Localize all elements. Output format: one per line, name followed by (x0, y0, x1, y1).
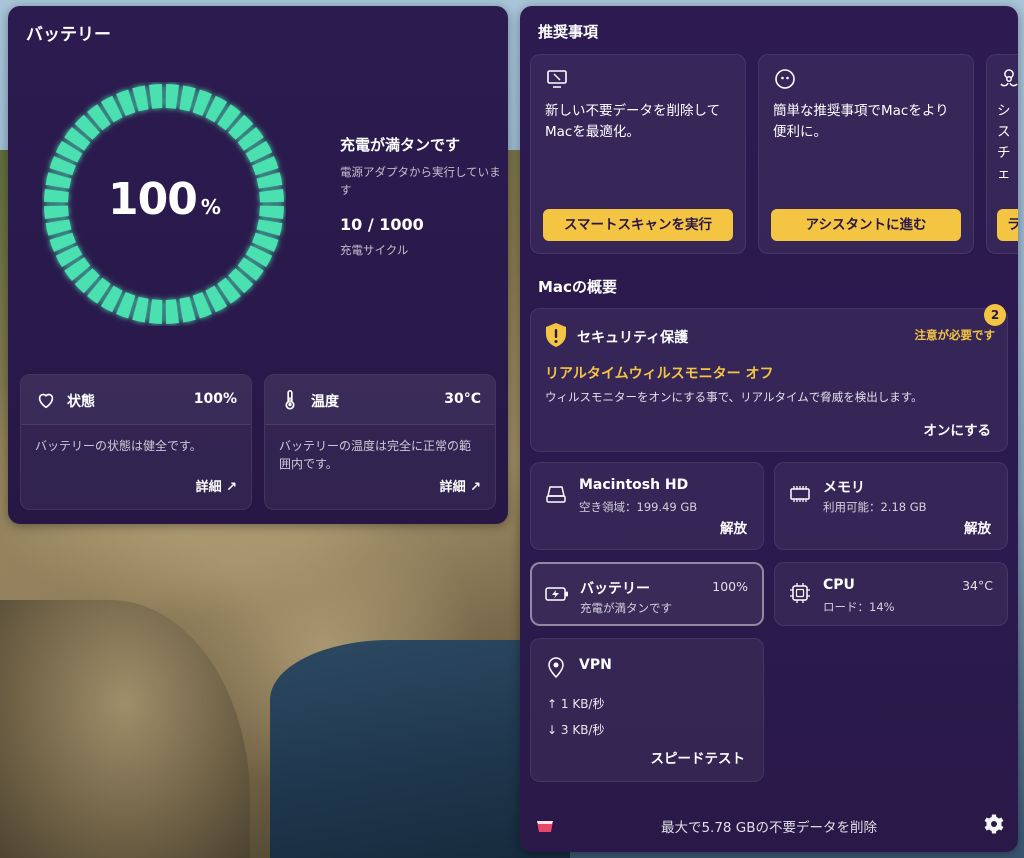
battery-temperature-card[interactable]: 温度 30°C バッテリーの温度は完全に正常の範囲内です。 詳細 ↗ (264, 374, 496, 510)
biohazard-icon (1000, 69, 1018, 87)
recommendations-title: 推奨事項 (538, 23, 599, 41)
battery-tile-value: 100% (712, 579, 748, 594)
cpu-icon (790, 583, 810, 603)
battery-health-details-link[interactable]: 詳細 ↗ (196, 476, 237, 495)
cpu-temperature: 34°C (962, 578, 993, 593)
memory-available: 利用可能：2.18 GB (823, 500, 927, 514)
memory-icon (790, 486, 810, 502)
battery-ring-segment (179, 296, 196, 323)
battery-status-sub: 電源アダプタから実行しています (340, 165, 501, 197)
realtime-monitor-status: リアルタイムウィルスモニター オフ (545, 366, 774, 382)
battery-panel: バッテリー 100% 充電が満タンです 電源アダプタから実行しています 10 /… (8, 6, 508, 524)
gear-icon[interactable] (982, 812, 1006, 836)
battery-tile-status: 充電が満タンです (580, 601, 672, 615)
cpu-name: CPU (823, 577, 855, 593)
shield-warning-icon (546, 323, 566, 347)
battery-health-label: 状態 (67, 394, 95, 410)
battery-tile[interactable]: バッテリー 充電が満タンです 100% (530, 562, 764, 626)
security-warning: 注意が必要です (914, 328, 996, 342)
battery-icon (545, 587, 568, 601)
vpn-tile[interactable]: VPN ↑ 1 KB/秒 ↓ 3 KB/秒 スピードテスト (530, 638, 764, 782)
security-alert-badge: 2 (984, 304, 1006, 326)
disk-icon (546, 486, 566, 503)
battery-ring-segment (165, 84, 179, 109)
battery-percent-display: 100% (42, 174, 286, 225)
footer-bar: 最大で5.78 GBの不要データを削除 (520, 804, 1018, 852)
vpn-name: VPN (579, 657, 612, 673)
security-card: セキュリティ保護 注意が必要です リアルタイムウィルスモニター オフ ウィルスモ… (530, 308, 1008, 452)
speed-test-button[interactable]: スピードテスト (651, 747, 746, 767)
recommendation-assistant-text: 簡単な推奨事項でMacをより便利に。 (773, 103, 949, 140)
battery-ring-segment (165, 299, 179, 324)
battery-panel-title: バッテリー (26, 25, 111, 45)
memory-name: メモリ (823, 480, 865, 496)
recommendation-card-system: シスチェ ラ (986, 54, 1018, 254)
smart-scan-button[interactable]: スマートスキャンを実行 (543, 209, 733, 241)
battery-temperature-details-link[interactable]: 詳細 ↗ (440, 476, 481, 495)
battery-cycles-label: 充電サイクル (340, 243, 409, 257)
vpn-upload-speed: 1 KB/秒 (560, 697, 605, 711)
battery-ring-segment (149, 299, 163, 324)
battery-cycles: 10 / 1000 (340, 215, 424, 234)
cpu-tile[interactable]: CPU ロード：14% 34°C (774, 562, 1008, 626)
upload-arrow-icon: ↑ (547, 697, 561, 711)
vpn-download-speed: 3 KB/秒 (560, 723, 605, 737)
battery-status-title: 充電が満タンです (340, 136, 461, 154)
battery-temperature-header: 温度 30°C (265, 375, 495, 425)
battery-percent-unit: % (200, 195, 221, 219)
cpu-load: ロード：14% (823, 600, 895, 614)
recommendation-card-cleanup: 新しい不要データを削除してMacを最適化。 スマートスキャンを実行 (530, 54, 746, 254)
battery-health-card[interactable]: 状態 100% バッテリーの状態は健全です。 詳細 ↗ (20, 374, 252, 510)
battery-status: 充電が満タンです 電源アダプタから実行しています 10 / 1000 充電サイク… (340, 134, 508, 258)
battery-ring-segment (179, 85, 196, 112)
battery-health-value: 100% (193, 391, 237, 407)
assistant-button[interactable]: アシスタントに進む (771, 209, 961, 241)
turn-on-button[interactable]: オンにする (923, 419, 991, 439)
battery-health-desc: バッテリーの状態は健全です。 (35, 439, 202, 453)
heart-icon (38, 393, 54, 409)
recommendation-cleanup-text: 新しい不要データを削除してMacを最適化。 (545, 103, 721, 140)
vpn-pin-icon (548, 657, 564, 679)
battery-tile-name: バッテリー (580, 581, 650, 597)
recommendation-card-assistant: 簡単な推奨事項でMacをより便利に。 アシスタントに進む (758, 54, 974, 254)
memory-tile[interactable]: メモリ 利用可能：2.18 GB 解放 (774, 462, 1008, 550)
disk-tile[interactable]: Macintosh HD 空き領域：199.49 GB 解放 (530, 462, 764, 550)
security-title: セキュリティ保護 (577, 330, 689, 346)
main-panel: 推奨事項 新しい不要データを削除してMacを最適化。 スマートスキャンを実行 簡… (520, 6, 1018, 852)
assistant-icon (775, 69, 795, 89)
vpn-upload-row: ↑ 1 KB/秒 (547, 695, 604, 712)
battery-ring-segment (132, 85, 149, 112)
realtime-monitor-desc: ウィルスモニターをオンにする事で、リアルタイムで脅威を検出します。 (545, 390, 923, 404)
recommendation-system-text: シスチェ (997, 103, 1011, 182)
battery-percent: 100 (108, 174, 198, 225)
memory-free-up-button[interactable]: 解放 (964, 517, 991, 537)
thermometer-icon (285, 390, 295, 410)
vpn-download-row: ↓ 3 KB/秒 (547, 721, 604, 738)
system-button[interactable]: ラ (997, 209, 1018, 241)
battery-ring-segment (149, 84, 163, 109)
battery-temperature-desc: バッテリーの温度は完全に正常の範囲内です。 (279, 439, 472, 471)
overview-title: Macの概要 (538, 278, 617, 296)
download-arrow-icon: ↓ (547, 723, 561, 737)
battery-temperature-label: 温度 (311, 394, 339, 410)
battery-ring: 100% (42, 82, 286, 326)
battery-temperature-value: 30°C (444, 391, 481, 407)
battery-health-header: 状態 100% (21, 375, 251, 425)
disk-name: Macintosh HD (579, 477, 689, 493)
footer-cleanup-text[interactable]: 最大で5.78 GBの不要データを削除 (520, 816, 1018, 836)
disk-free-space: 空き領域：199.49 GB (579, 500, 698, 514)
monitor-icon (547, 70, 567, 88)
disk-free-up-button[interactable]: 解放 (720, 517, 747, 537)
battery-ring-segment (132, 296, 149, 323)
